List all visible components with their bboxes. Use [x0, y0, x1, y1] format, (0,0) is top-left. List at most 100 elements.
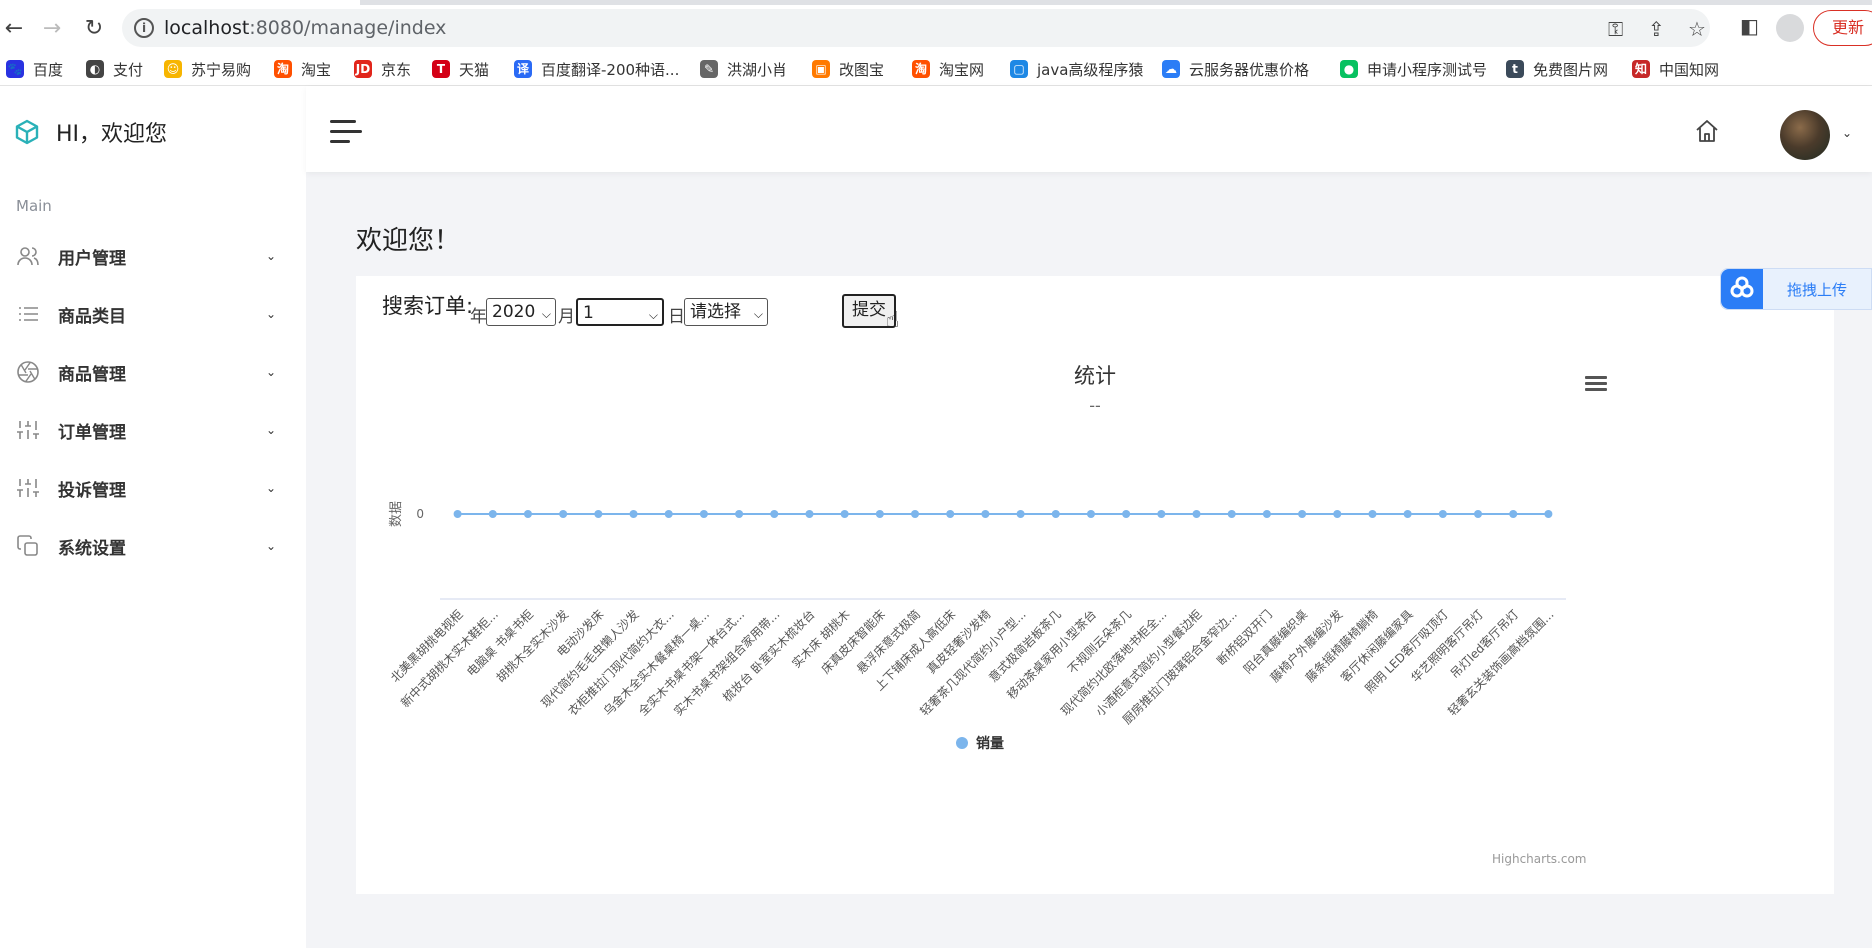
sidebar-item-label: 用户管理: [58, 248, 126, 269]
chevron-down-icon: ⌄: [266, 249, 277, 263]
x-tick-label: 电脑桌 书桌书柜: [464, 607, 536, 679]
x-tick-label: 衣柜推拉门现代简约大衣...: [565, 607, 677, 719]
year-select-value: 2020: [492, 302, 536, 322]
month-select[interactable]: 1 ⌵: [576, 298, 664, 326]
x-tick-label: 现代简约毛毛虫懒人沙发: [538, 607, 642, 711]
avatar[interactable]: [1780, 110, 1830, 160]
x-tick-label: 厨房推拉门玻璃铝合金窄边...: [1119, 607, 1240, 728]
bookmark-item[interactable]: ◐ 支付: [86, 58, 143, 80]
data-point: [1509, 510, 1518, 518]
site-info-icon[interactable]: i: [134, 18, 154, 38]
browser-toolbar: ← → ↻ i localhost:8080/manage/index ⚿ ⇪ …: [0, 0, 1872, 54]
chart-menu-icon[interactable]: [1585, 376, 1607, 392]
bookmark-label: 天猫: [459, 60, 490, 79]
bookmark-label: 百度: [33, 60, 64, 79]
bookmark-item[interactable]: JD 京东: [354, 58, 411, 80]
bookmark-item[interactable]: ☺ 苏宁易购: [164, 58, 251, 80]
x-tick-label: 照明 LED客厅吸顶灯: [1362, 607, 1451, 696]
sidebar-item-label: 商品管理: [58, 364, 126, 385]
data-point: [946, 510, 955, 518]
legend-label: 销量: [976, 735, 1004, 752]
star-icon[interactable]: ☆: [1688, 17, 1706, 41]
day-select[interactable]: 请选择 ⌵: [684, 298, 768, 326]
bookmark-item[interactable]: ▢ java高级程序猿: [1010, 58, 1143, 80]
bookmark-favicon-icon: T: [432, 60, 450, 78]
x-tick-label: 吊灯led客厅吊灯: [1447, 607, 1521, 681]
x-tick-label: 悬浮床意式极简: [853, 607, 923, 677]
x-tick-label: 不规则云朵茶几: [1064, 607, 1134, 677]
sidebar-item[interactable]: 系统设置 ⌄: [0, 518, 306, 574]
bookmark-label: 支付: [113, 60, 144, 79]
data-point: [1157, 510, 1166, 518]
data-point: [911, 510, 920, 518]
bookmark-item[interactable]: 淘淘宝网: [912, 58, 984, 80]
bookmark-favicon-icon: JD: [354, 60, 372, 78]
top-header: ⌄: [306, 86, 1872, 172]
bookmarks-bar: 🐾 百度 ◐ 支付 ☺ 苏宁易购 淘淘宝 JD 京东 T 天猫 译百度翻译-200种语... ✎ 洪湖小肖…: [0, 54, 1872, 86]
bookmark-item[interactable]: 淘淘宝: [274, 58, 331, 80]
bookmark-item[interactable]: t 免费图片网: [1506, 58, 1608, 80]
x-tick-label: 真皮轻奢沙发椅: [924, 607, 994, 677]
sidebar-item[interactable]: 用户管理 ⌄: [0, 228, 306, 284]
data-point: [1403, 510, 1412, 518]
tab-strip-edge: [360, 0, 1872, 5]
upload-label: 拖拽上传: [1787, 281, 1848, 299]
bookmark-item[interactable]: 译百度翻译-200种语...: [514, 58, 679, 80]
data-point: [1474, 510, 1483, 518]
month-label: 月: [558, 307, 575, 327]
share-icon[interactable]: ⇪: [1648, 17, 1665, 41]
side-panel-icon[interactable]: ◧: [1740, 14, 1759, 38]
reload-icon[interactable]: ↻: [80, 14, 108, 42]
update-button[interactable]: 更新: [1813, 10, 1872, 46]
chevron-down-icon: ⌵: [648, 308, 658, 322]
data-point: [1298, 510, 1307, 518]
x-tick-label: 乌金木全实木餐桌椅一桌...: [600, 607, 712, 719]
page-title: 欢迎您！: [356, 226, 461, 256]
data-point: [1368, 510, 1377, 518]
sidebar-item[interactable]: 投诉管理 ⌄: [0, 460, 306, 516]
bookmark-item[interactable]: T 天猫: [432, 58, 489, 80]
data-point: [488, 510, 497, 518]
key-icon[interactable]: ⚿: [1608, 17, 1623, 41]
x-tick-label: 断桥铝双开门: [1213, 607, 1275, 669]
sliders-icon: [17, 421, 39, 439]
cube-icon: [15, 119, 39, 145]
sidebar-item[interactable]: 商品管理 ⌄: [0, 344, 306, 400]
brand[interactable]: HI，欢迎您: [14, 116, 167, 148]
y-tick-label: 0: [416, 507, 424, 521]
bookmark-item[interactable]: ▣ 改图宝: [812, 58, 884, 80]
chart-credits[interactable]: Highcharts.com: [1492, 852, 1586, 866]
drag-upload-widget[interactable]: 拖拽上传: [1720, 268, 1872, 310]
sliders-icon: [17, 479, 39, 497]
sidebar-item[interactable]: 订单管理 ⌄: [0, 402, 306, 458]
back-icon[interactable]: ←: [0, 14, 28, 42]
url-text[interactable]: localhost:8080/manage/index: [164, 17, 446, 39]
x-tick-label: 移动茶桌家用小型茶台: [1004, 607, 1099, 702]
bookmark-label: 淘宝: [301, 60, 332, 79]
data-point: [453, 510, 462, 518]
sidebar-item-label: 投诉管理: [58, 480, 126, 501]
sidebar-item[interactable]: 商品类目 ⌄: [0, 286, 306, 342]
address-bar[interactable]: i localhost:8080/manage/index ⚿ ⇪ ☆: [122, 9, 1710, 47]
copy-icon: [17, 535, 38, 556]
forward-icon[interactable]: →: [38, 14, 66, 42]
year-select[interactable]: 2020 ⌵: [486, 298, 556, 326]
chevron-down-icon[interactable]: ⌄: [1842, 126, 1852, 140]
bookmark-favicon-icon: ▣: [812, 60, 830, 78]
home-icon[interactable]: [1694, 118, 1720, 144]
bookmark-item[interactable]: 🐾 百度: [6, 58, 63, 80]
x-tick-label: 上下铺床成人高低床: [871, 607, 958, 694]
y-axis-label: 数据: [389, 501, 404, 527]
profile-icon[interactable]: [1776, 14, 1804, 42]
data-point: [1333, 510, 1342, 518]
bookmark-item[interactable]: ✎ 洪湖小肖: [700, 58, 787, 80]
bookmark-item[interactable]: 知中国知网: [1632, 58, 1719, 80]
menu-toggle-icon[interactable]: [330, 120, 362, 143]
bookmark-favicon-icon: ☺: [164, 60, 182, 78]
sidebar-item-label: 系统设置: [58, 538, 126, 559]
day-select-value: 请选择: [690, 302, 741, 322]
bookmark-item[interactable]: ☁ 云服务器优惠价格: [1162, 58, 1309, 80]
bookmark-label: 申请小程序测试号: [1367, 60, 1488, 79]
users-icon: [17, 247, 39, 266]
bookmark-item[interactable]: ● 申请小程序测试号: [1340, 58, 1487, 80]
